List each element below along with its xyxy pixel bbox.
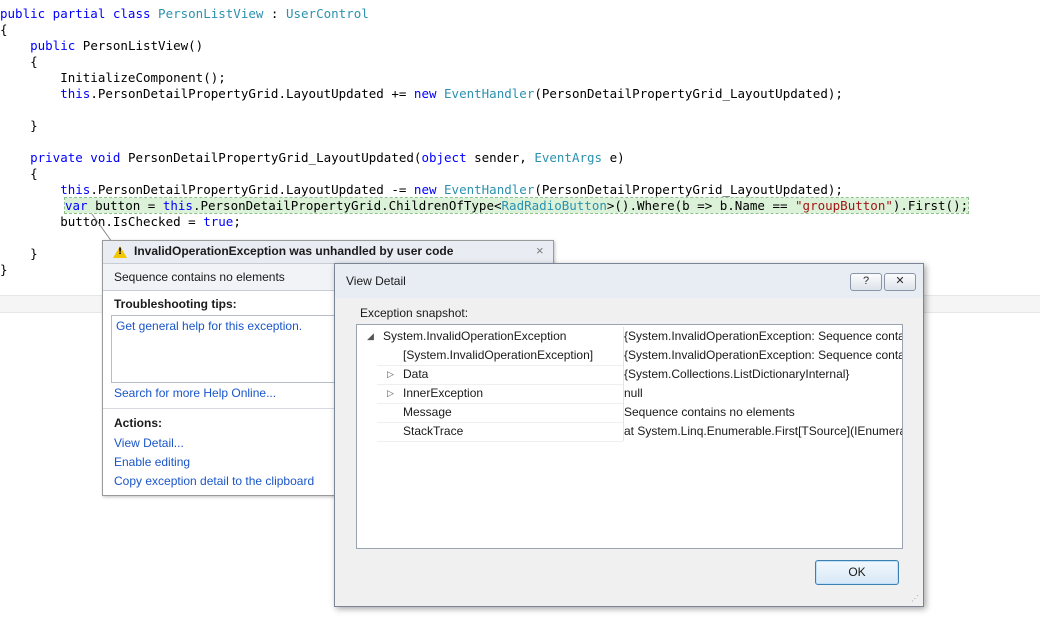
tree-row[interactable]: ▷ InnerException null xyxy=(357,384,902,404)
general-help-link[interactable]: Get general help for this exception. xyxy=(116,319,302,333)
close-icon[interactable]: × xyxy=(536,243,544,258)
tree-row-name: StackTrace xyxy=(403,424,464,438)
code-line-5: InitializeComponent(); xyxy=(0,70,226,85)
tree-row[interactable]: StackTrace at System.Linq.Enumerable.Fir… xyxy=(357,422,902,442)
code-line-2: { xyxy=(0,22,8,37)
tree-row[interactable]: [System.InvalidOperationException] {Syst… xyxy=(357,346,902,366)
tree-row-value: at System.Linq.Enumerable.First[TSource]… xyxy=(623,422,902,441)
code-line-12: button.IsChecked = true; xyxy=(0,214,241,229)
exception-snapshot-tree[interactable]: ◢ System.InvalidOperationException {Syst… xyxy=(356,324,903,549)
ok-button[interactable]: OK xyxy=(815,560,899,585)
tree-row-value: Sequence contains no elements xyxy=(623,403,902,422)
search-help-online-link[interactable]: Search for more Help Online... xyxy=(114,386,276,400)
tree-row[interactable]: ◢ System.InvalidOperationException {Syst… xyxy=(357,327,902,346)
code-line-9: { xyxy=(0,166,38,181)
code-line-8: private void PersonDetailPropertyGrid_La… xyxy=(0,150,625,165)
dialog-title: View Detail xyxy=(346,274,406,288)
tree-row-name: Message xyxy=(403,405,452,419)
tree-row[interactable]: ▷ Data {System.Collections.ListDictionar… xyxy=(357,365,902,385)
code-line-14: } xyxy=(0,262,8,277)
enable-editing-link[interactable]: Enable editing xyxy=(114,455,190,469)
expand-arrow-icon[interactable]: ▷ xyxy=(387,365,394,384)
dialog-titlebar: View Detail ? ✕ xyxy=(335,264,923,298)
troubleshooting-heading: Troubleshooting tips: xyxy=(114,297,237,311)
actions-heading: Actions: xyxy=(114,416,162,430)
close-button[interactable]: ✕ xyxy=(884,273,916,291)
exception-snapshot-label: Exception snapshot: xyxy=(360,306,469,320)
code-line-11-highlighted: var button = this.PersonDetailPropertyGr… xyxy=(63,197,970,214)
code-line-6: this.PersonDetailPropertyGrid.LayoutUpda… xyxy=(0,86,843,101)
code-line-3: public PersonListView() xyxy=(0,38,204,53)
exception-title: InvalidOperationException was unhandled … xyxy=(134,244,454,258)
code-line-10: this.PersonDetailPropertyGrid.LayoutUpda… xyxy=(0,182,843,197)
tree-row-value: {System.InvalidOperationException: Seque… xyxy=(623,346,902,365)
tree-row-name: InnerException xyxy=(403,386,484,400)
code-line-7: } xyxy=(0,118,38,133)
exception-message: Sequence contains no elements xyxy=(114,270,285,284)
tree-row-value: {System.Collections.ListDictionaryIntern… xyxy=(623,365,902,384)
warning-icon-mark: ! xyxy=(118,247,123,257)
code-line-13: } xyxy=(0,246,38,261)
code-line-1: public partial class PersonListView : Us… xyxy=(0,6,369,21)
tree-row-name: [System.InvalidOperationException] xyxy=(403,348,594,362)
tree-row-name: Data xyxy=(403,367,429,381)
view-detail-dialog: View Detail ? ✕ Exception snapshot: ◢ Sy… xyxy=(334,263,924,607)
copy-exception-detail-link[interactable]: Copy exception detail to the clipboard xyxy=(114,474,314,488)
collapse-arrow-icon[interactable]: ◢ xyxy=(367,327,374,346)
tree-row[interactable]: Message Sequence contains no elements xyxy=(357,403,902,423)
help-button[interactable]: ? xyxy=(850,273,882,291)
resize-grip-icon[interactable]: ⋰ xyxy=(911,594,921,604)
tree-row-value: null xyxy=(623,384,902,403)
code-line-4: { xyxy=(0,54,38,69)
exception-assistant-titlebar: ! InvalidOperationException was unhandle… xyxy=(103,241,553,264)
tree-row-value: {System.InvalidOperationException: Seque… xyxy=(623,327,902,346)
view-detail-link[interactable]: View Detail... xyxy=(114,436,184,450)
expand-arrow-icon[interactable]: ▷ xyxy=(387,384,394,403)
tree-row-name: System.InvalidOperationException xyxy=(383,329,567,343)
